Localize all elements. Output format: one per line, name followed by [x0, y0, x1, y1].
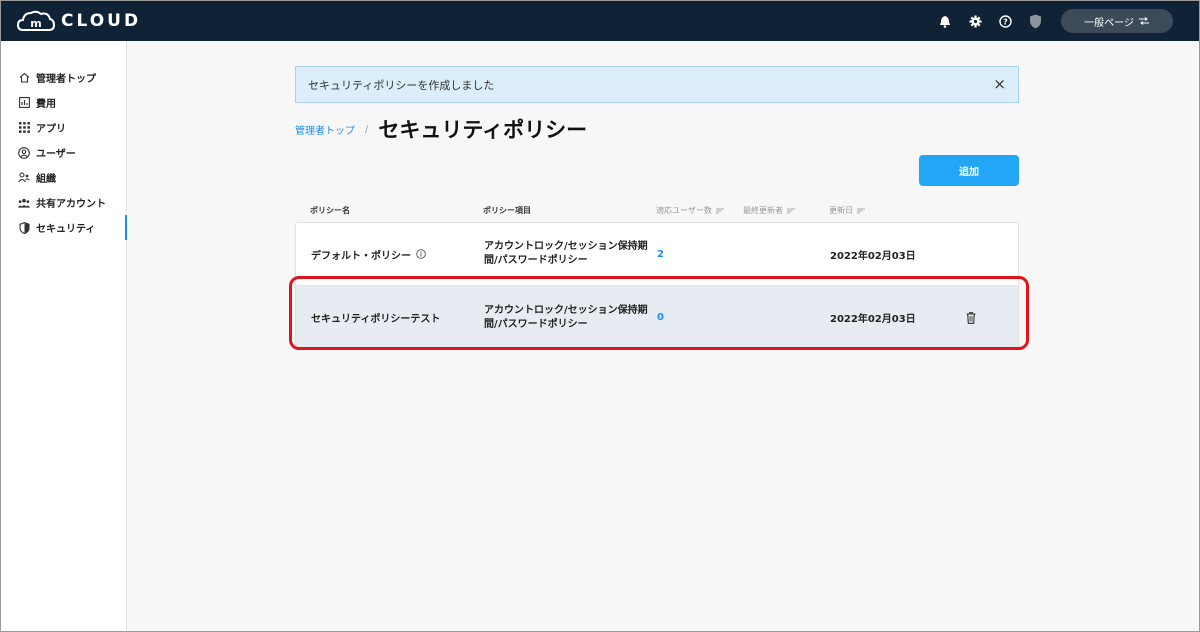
column-header-users-label: 適応ユーザー数	[656, 206, 712, 215]
policy-items-line: 間/パスワードポリシー	[484, 255, 588, 266]
sidebar-item-label: 管理者トップ	[36, 74, 96, 85]
alert-message: セキュリティポリシーを作成しました	[308, 78, 495, 92]
policy-name: デフォルト・ポリシー	[311, 250, 411, 262]
group-icon	[18, 172, 30, 184]
breadcrumb-separator: /	[365, 123, 369, 135]
chart-icon	[18, 97, 30, 109]
grid-icon	[18, 122, 30, 134]
gear-icon[interactable]	[965, 11, 985, 31]
info-icon[interactable]	[416, 249, 426, 259]
success-alert: セキュリティポリシーを作成しました ×	[295, 66, 1019, 103]
sidebar-item-apps[interactable]: アプリ	[1, 115, 126, 140]
sidebar-item-label: アプリ	[36, 124, 66, 135]
sidebar-item-label: 費用	[36, 99, 56, 110]
sort-icon	[715, 208, 724, 213]
cloud-logo-icon: m	[16, 9, 56, 33]
column-header-updater[interactable]: 最終更新者	[743, 205, 795, 216]
home-icon	[18, 72, 30, 84]
sidebar-item-users[interactable]: ユーザー	[1, 140, 126, 165]
help-icon[interactable]: ?	[995, 11, 1015, 31]
breadcrumb-admin-top[interactable]: 管理者トップ	[295, 122, 355, 137]
sidebar-item-organization[interactable]: 組織	[1, 165, 126, 190]
logo-text: CLOUD	[61, 11, 142, 31]
sidebar-item-label: 組織	[36, 174, 56, 185]
logo[interactable]: m CLOUD	[16, 7, 142, 35]
sidebar-item-security[interactable]: セキュリティ	[1, 215, 127, 240]
switch-to-general-page-button[interactable]: 一般ページ	[1061, 9, 1173, 33]
page-title: セキュリティポリシー	[378, 118, 588, 142]
highlight-annotation	[289, 276, 1029, 350]
add-button[interactable]: 追加	[919, 155, 1019, 186]
column-header-updated[interactable]: 更新日	[829, 205, 865, 216]
table-header: ポリシー名 ポリシー項目 適応ユーザー数 最終更新者 更新日	[295, 196, 1019, 222]
column-header-updater-label: 最終更新者	[743, 206, 783, 215]
sidebar-item-shared-accounts[interactable]: 共有アカウント	[1, 190, 126, 215]
sidebar-item-costs[interactable]: 費用	[1, 90, 126, 115]
swap-arrows-icon	[1138, 17, 1149, 25]
bell-icon[interactable]	[935, 11, 955, 31]
shared-users-icon	[18, 197, 30, 209]
svg-text:m: m	[30, 17, 41, 30]
shield-icon	[18, 221, 30, 234]
sidebar-item-admin-top[interactable]: 管理者トップ	[1, 65, 126, 90]
policy-items-line: アカウントロック/セッション保持期	[484, 241, 648, 252]
column-header-users[interactable]: 適応ユーザー数	[656, 205, 724, 216]
sidebar-item-label: ユーザー	[36, 149, 76, 160]
sort-icon	[857, 208, 865, 213]
user-icon	[18, 146, 30, 159]
shield-status-icon[interactable]	[1025, 11, 1045, 31]
sort-icon	[787, 208, 795, 213]
sidebar: 管理者トップ 費用 アプリ ユーザー 組織 共有アカウント セキュリティ	[1, 41, 127, 631]
column-header-name: ポリシー名	[310, 206, 350, 215]
sidebar-item-label: セキュリティ	[36, 224, 96, 235]
top-bar: m CLOUD ? 一般ページ	[1, 1, 1199, 41]
column-header-updated-label: 更新日	[829, 206, 853, 215]
column-header-items: ポリシー項目	[483, 206, 531, 215]
close-icon[interactable]: ×	[993, 75, 1006, 93]
svg-text:?: ?	[1003, 17, 1008, 26]
switch-label: 一般ページ	[1084, 17, 1134, 29]
sidebar-item-label: 共有アカウント	[36, 199, 106, 210]
